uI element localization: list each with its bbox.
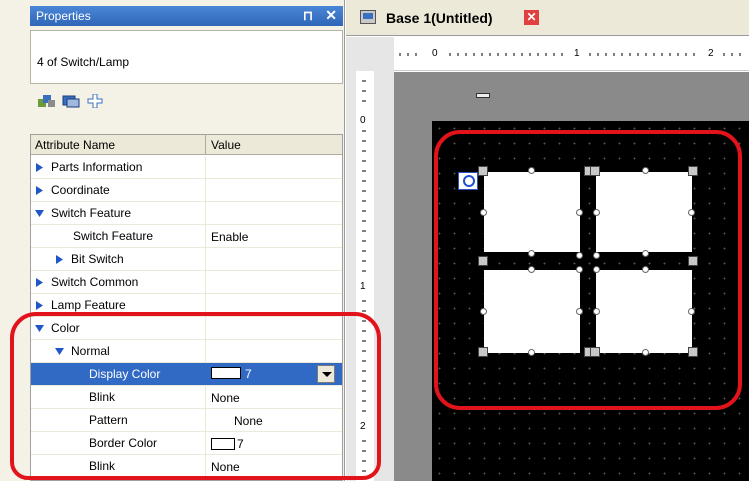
properties-title: Properties xyxy=(36,9,91,23)
ruler-label: 1 xyxy=(360,281,366,292)
layer-icon[interactable] xyxy=(62,94,80,108)
property-row-parts-information[interactable]: Parts Information xyxy=(31,156,342,179)
ruler-label: 1 xyxy=(574,48,580,59)
property-row-switch-feature-group[interactable]: Switch Feature xyxy=(31,202,342,225)
close-icon[interactable]: ✕ xyxy=(325,7,337,24)
property-row-bit-switch[interactable]: Bit Switch xyxy=(31,248,342,271)
value-header: Value xyxy=(211,138,241,152)
expand-triangle-icon[interactable] xyxy=(55,255,64,264)
arrange-icon[interactable] xyxy=(38,94,56,108)
expand-triangle-icon[interactable] xyxy=(35,186,44,195)
property-grid-header: Attribute Name Value xyxy=(31,135,342,155)
move-icon[interactable] xyxy=(86,94,104,108)
properties-title-bar: Properties ⊓ ✕ xyxy=(30,6,343,26)
editor-tab-bar: Base 1(Untitled) ✕ xyxy=(346,0,749,36)
selection-summary[interactable]: 4 of Switch/Lamp xyxy=(30,30,343,84)
tab-close-icon[interactable]: ✕ xyxy=(524,10,539,25)
ruler-label: 0 xyxy=(432,48,438,59)
collapse-triangle-icon[interactable] xyxy=(35,209,44,218)
property-row-switch-feature[interactable]: Switch Feature Enable xyxy=(31,225,342,248)
highlight-selected-lamps xyxy=(434,130,742,410)
attribute-name-header: Attribute Name xyxy=(35,138,116,152)
ruler-label: 0 xyxy=(360,115,366,126)
property-row-coordinate[interactable]: Coordinate xyxy=(31,179,342,202)
property-value[interactable]: Enable xyxy=(211,230,248,244)
expand-triangle-icon[interactable] xyxy=(35,301,44,310)
expand-triangle-icon[interactable] xyxy=(35,163,44,172)
property-row-switch-common[interactable]: Switch Common xyxy=(31,271,342,294)
ruler-label: 2 xyxy=(708,48,714,59)
tab-label: Base 1(Untitled) xyxy=(386,10,493,26)
device-slot xyxy=(476,93,490,98)
property-name: Coordinate xyxy=(51,183,110,197)
selection-text: 4 of Switch/Lamp xyxy=(37,55,130,69)
property-name: Switch Common xyxy=(51,275,139,289)
tab-base-1[interactable]: Base 1(Untitled) ✕ xyxy=(360,8,539,32)
expand-triangle-icon[interactable] xyxy=(35,278,44,287)
property-name: Parts Information xyxy=(51,160,143,174)
window-icon xyxy=(360,10,376,24)
property-name: Bit Switch xyxy=(71,252,124,266)
property-name: Switch Feature xyxy=(73,229,154,243)
property-name: Lamp Feature xyxy=(51,298,126,312)
pin-icon[interactable]: ⊓ xyxy=(303,8,313,24)
horizontal-ruler: 0 1 2 xyxy=(394,37,749,71)
highlight-color-properties xyxy=(10,312,381,480)
property-name: Switch Feature xyxy=(51,206,132,220)
